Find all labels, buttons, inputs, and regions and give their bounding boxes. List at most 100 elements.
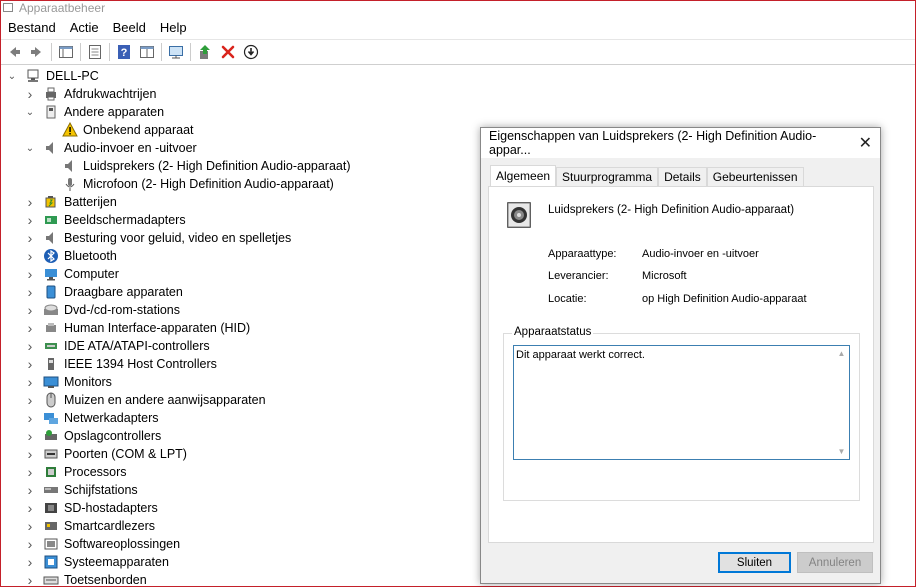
chevron-right-icon[interactable]: › <box>25 518 35 534</box>
tree-item[interactable]: › Poorten (COM & LPT) <box>1 445 481 463</box>
tree-item[interactable]: Luidsprekers (2- High Definition Audio-a… <box>1 157 481 175</box>
tree-item[interactable]: › IEEE 1394 Host Controllers <box>1 355 481 373</box>
back-button[interactable] <box>5 43 23 61</box>
chevron-right-icon[interactable]: › <box>25 410 35 426</box>
tree-item[interactable]: › Opslagcontrollers <box>1 427 481 445</box>
chevron-right-icon[interactable]: › <box>25 464 35 480</box>
chevron-down-icon[interactable]: ⌄ <box>7 71 17 82</box>
speaker-icon <box>43 140 59 156</box>
tree-item[interactable]: › Monitors <box>1 373 481 391</box>
chevron-right-icon[interactable]: › <box>25 194 35 210</box>
cancel-button[interactable]: Annuleren <box>797 552 873 573</box>
svg-text:?: ? <box>121 47 128 59</box>
dialog-tabs: Algemeen Stuurprogramma Details Gebeurte… <box>490 165 804 186</box>
tree-item[interactable]: › Smartcardlezers <box>1 517 481 535</box>
tree-item[interactable]: ⌄ Audio-invoer en -uitvoer <box>1 139 481 157</box>
tree-item[interactable]: › Afdrukwachtrijen <box>1 85 481 103</box>
tree-item-label: Systeemapparaten <box>64 555 169 569</box>
chevron-right-icon[interactable]: › <box>25 374 35 390</box>
device-status-textbox[interactable]: Dit apparaat werkt correct. ▲ ▼ <box>513 345 850 460</box>
tree-item[interactable]: › Processors <box>1 463 481 481</box>
dialog-close-button[interactable]: ✕ <box>851 128 880 158</box>
menu-actie[interactable]: Actie <box>70 20 99 35</box>
chevron-right-icon[interactable]: › <box>25 86 35 102</box>
show-hide-console-tree-button[interactable] <box>57 43 75 61</box>
tree-item[interactable]: ⌄ Andere apparaten <box>1 103 481 121</box>
tree-item[interactable]: Onbekend apparaat <box>1 121 481 139</box>
tree-item[interactable]: › Netwerkadapters <box>1 409 481 427</box>
chevron-right-icon[interactable]: › <box>25 266 35 282</box>
computer-icon <box>25 68 41 84</box>
hid-icon <box>43 320 59 336</box>
prop-label-vendor: Leverancier: <box>548 270 609 282</box>
toolbar-separator <box>161 43 162 61</box>
tree-item[interactable]: › Draagbare apparaten <box>1 283 481 301</box>
tree-item[interactable]: › Besturing voor geluid, video en spellet… <box>1 229 481 247</box>
scroll-up-icon[interactable]: ▲ <box>838 349 846 358</box>
tab-stuurprogramma[interactable]: Stuurprogramma <box>556 167 659 186</box>
chevron-right-icon[interactable]: › <box>25 500 35 516</box>
tree-item[interactable]: › Batterijen <box>1 193 481 211</box>
tree-item[interactable]: › Human Interface-apparaten (HID) <box>1 319 481 337</box>
tree-item[interactable]: › IDE ATA/ATAPI-controllers <box>1 337 481 355</box>
chevron-right-icon[interactable]: › <box>25 536 35 552</box>
chevron-right-icon[interactable]: › <box>25 356 35 372</box>
chevron-right-icon[interactable]: › <box>25 248 35 264</box>
scroll-down-icon[interactable]: ▼ <box>838 447 846 456</box>
tree-item-label: Afdrukwachtrijen <box>64 87 157 101</box>
smartcard-icon <box>43 518 59 534</box>
chevron-right-icon[interactable]: › <box>25 320 35 336</box>
tab-gebeurtenissen[interactable]: Gebeurtenissen <box>706 167 804 186</box>
chevron-down-icon[interactable]: ⌄ <box>25 107 35 118</box>
prop-value-location: op High Definition Audio-apparaat <box>642 293 807 305</box>
tree-item[interactable]: › Dvd-/cd-rom-stations <box>1 301 481 319</box>
tree-root[interactable]: ⌄ DELL-PC <box>1 67 481 85</box>
help-button[interactable]: ? <box>115 43 133 61</box>
tree-item[interactable]: › Muizen en andere aanwijsapparaten <box>1 391 481 409</box>
chevron-right-icon[interactable]: › <box>25 482 35 498</box>
chevron-right-icon[interactable]: › <box>25 230 35 246</box>
tree-item[interactable]: Microfoon (2- High Definition Audio-appa… <box>1 175 481 193</box>
chevron-right-icon[interactable]: › <box>25 338 35 354</box>
tree-item-label: Andere apparaten <box>64 105 165 119</box>
tree-item[interactable]: › Beeldschermadapters <box>1 211 481 229</box>
chevron-down-icon[interactable]: ⌄ <box>25 143 35 154</box>
dialog-title: Eigenschappen van Luidsprekers (2- High … <box>489 129 817 157</box>
menu-bestand[interactable]: Bestand <box>8 20 56 35</box>
chevron-right-icon[interactable]: › <box>25 572 35 586</box>
menu-beeld[interactable]: Beeld <box>113 20 146 35</box>
enable-device-button[interactable] <box>242 43 260 61</box>
chevron-right-icon[interactable]: › <box>25 428 35 444</box>
forward-button[interactable] <box>28 43 46 61</box>
chevron-right-icon[interactable]: › <box>25 554 35 570</box>
status-scrollbar[interactable]: ▲ ▼ <box>834 346 849 459</box>
tree-item[interactable]: › Bluetooth <box>1 247 481 265</box>
tree-item[interactable]: › Systeemapparaten <box>1 553 481 571</box>
update-driver-button[interactable] <box>196 43 214 61</box>
menu-help[interactable]: Help <box>160 20 187 35</box>
computer-icon <box>43 266 59 282</box>
resource-view-button[interactable] <box>138 43 156 61</box>
scan-hardware-button[interactable] <box>167 43 185 61</box>
tree-item-label: Toetsenborden <box>64 573 147 587</box>
tab-details[interactable]: Details <box>658 167 707 186</box>
tree-item[interactable]: › Schijfstations <box>1 481 481 499</box>
tree-item[interactable]: › Softwareoplossingen <box>1 535 481 553</box>
tree-item[interactable]: › Toetsenborden <box>1 571 481 587</box>
chevron-right-icon[interactable]: › <box>25 212 35 228</box>
tree-item[interactable]: › SD-hostadapters <box>1 499 481 517</box>
uninstall-device-button[interactable] <box>219 43 237 61</box>
close-icon: ✕ <box>858 135 872 152</box>
display-adapter-icon <box>43 212 59 228</box>
tree-item[interactable]: › Computer <box>1 265 481 283</box>
close-button[interactable]: Sluiten <box>718 552 791 573</box>
processor-icon <box>43 464 59 480</box>
chevron-right-icon[interactable]: › <box>25 302 35 318</box>
chevron-right-icon[interactable]: › <box>25 392 35 408</box>
chevron-right-icon[interactable]: › <box>25 284 35 300</box>
tab-algemeen[interactable]: Algemeen <box>490 165 557 186</box>
chevron-right-icon[interactable]: › <box>25 446 35 462</box>
list-view-button[interactable] <box>86 43 104 61</box>
tree-item-label: Schijfstations <box>64 483 138 497</box>
